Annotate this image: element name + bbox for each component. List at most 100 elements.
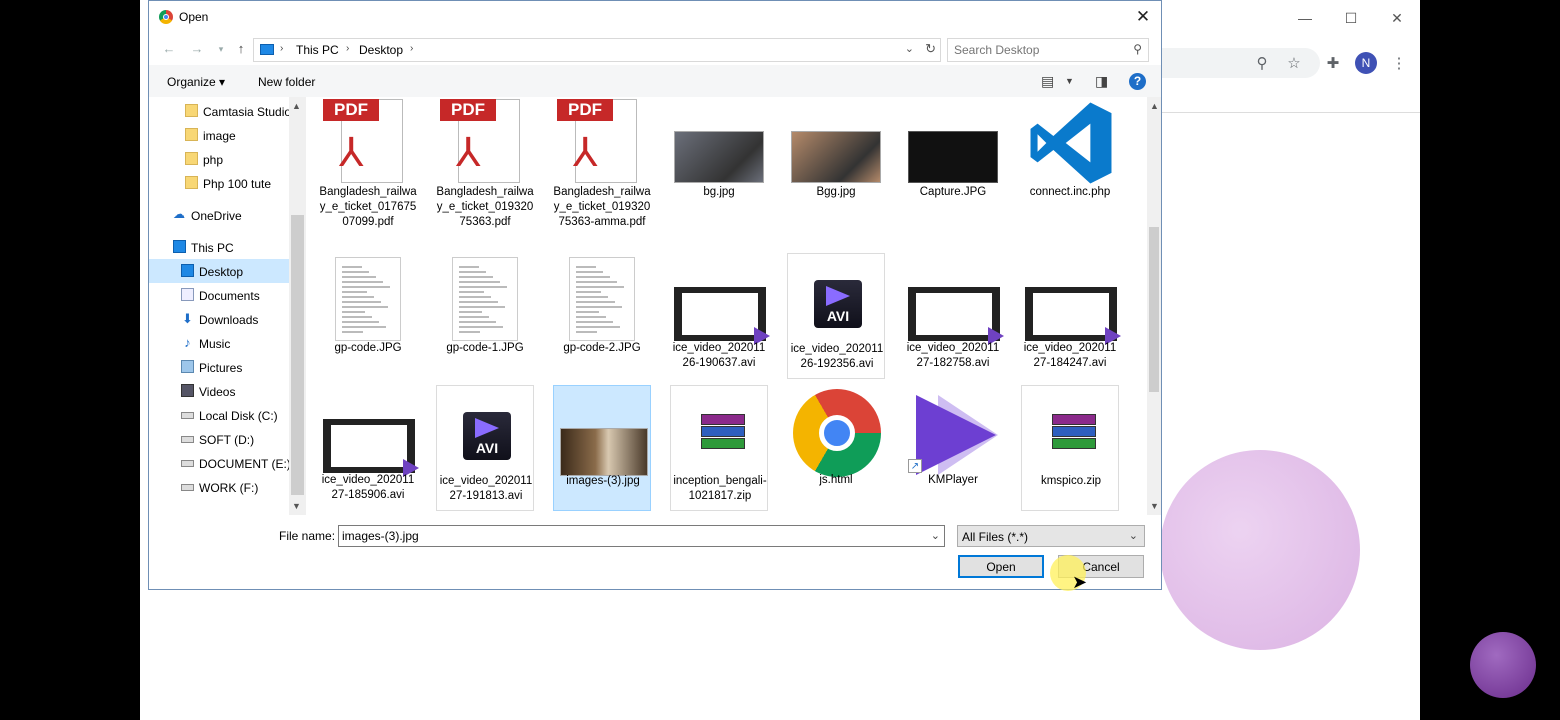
file-name-input[interactable] [342, 529, 922, 543]
profile-avatar[interactable]: N [1355, 52, 1377, 74]
search-input[interactable] [954, 42, 1124, 58]
breadcrumb-this-pc[interactable]: This PC [296, 43, 339, 57]
file-type-value: All Files (*.*) [962, 530, 1029, 544]
file-item[interactable]: gp-code-1.JPG [436, 253, 534, 379]
file-name: KMPlayer [928, 474, 978, 486]
file-name: bg.jpg [703, 186, 735, 198]
file-name: gp-code-2.JPG [563, 342, 641, 354]
documents-icon [181, 288, 194, 301]
download-icon: ⬇ [182, 311, 193, 326]
back-arrow-icon[interactable]: ← [161, 41, 177, 57]
nav-scroll-thumb[interactable] [291, 215, 304, 495]
file-item[interactable]: AVI ice_video_20201126-192356.avi [787, 253, 885, 379]
file-item[interactable]: js.html [787, 385, 885, 511]
video-thumbnail [1025, 255, 1121, 345]
sidebar-item-this-pc[interactable]: This PC [149, 235, 289, 259]
file-item[interactable]: bg.jpg [670, 97, 768, 223]
file-item[interactable]: ice_video_20201127-185906.avi [319, 385, 419, 511]
scroll-down-icon[interactable]: ▼ [292, 501, 301, 511]
sidebar-item-downloads[interactable]: ⬇ Downloads [149, 307, 289, 331]
file-item[interactable]: ice_video_20201127-184247.avi [1021, 253, 1121, 379]
sidebar-item-label: php [203, 153, 224, 167]
file-name: ice_video_20201126-190637.avi [672, 342, 766, 369]
sidebar-item-music[interactable]: ♪ Music [149, 331, 289, 355]
file-item[interactable]: kmspico.zip [1021, 385, 1119, 511]
minimize-icon[interactable]: — [1290, 8, 1320, 28]
open-file-dialog: Open ✕ ← → ▾ ↑ › This PC › Desktop › ⌄ ↻… [148, 0, 1162, 590]
nav-scrollbar[interactable]: ▲ ▼ [289, 97, 306, 515]
open-button[interactable]: Open [958, 555, 1044, 578]
file-item[interactable]: gp-code-2.JPG [553, 253, 651, 379]
sidebar-item-work-f[interactable]: WORK (F:) [149, 475, 289, 499]
pdf-file-icon: PDF ⅄ [557, 99, 647, 183]
image-thumbnail [440, 255, 530, 341]
chevron-down-icon[interactable]: ⌄ [931, 529, 940, 542]
help-icon[interactable]: ? [1129, 73, 1146, 90]
sidebar-item-documents[interactable]: Documents [149, 283, 289, 307]
file-item[interactable]: ↗ KMPlayer [904, 385, 1002, 511]
sidebar-item-desktop[interactable]: Desktop [149, 259, 289, 283]
drive-icon [181, 436, 194, 443]
shortcut-arrow-icon: ↗ [908, 459, 922, 473]
maximize-icon[interactable]: ☐ [1336, 8, 1366, 28]
scroll-up-icon[interactable]: ▲ [292, 101, 301, 111]
file-item[interactable]: PDF ⅄ Bangladesh_railway_e_ticket_01767507… [319, 97, 417, 228]
sidebar-item-document-e[interactable]: DOCUMENT (E:) [149, 451, 291, 475]
menu-icon[interactable]: ⋮ [1390, 55, 1408, 73]
scroll-up-icon[interactable]: ▲ [1150, 101, 1159, 111]
archive-icon [1026, 388, 1116, 472]
sidebar-item-videos[interactable]: Videos [149, 379, 289, 403]
file-type-select[interactable]: All Files (*.*) ⌄ [957, 525, 1145, 547]
bookmark-star-icon[interactable]: ☆ [1285, 55, 1303, 73]
organize-menu[interactable]: Organize ▾ [167, 75, 225, 89]
view-dropdown-icon[interactable]: ▼ [1065, 76, 1074, 86]
file-item[interactable]: connect.inc.php [1021, 97, 1119, 223]
file-name: Capture.JPG [919, 186, 987, 198]
folder-icon [185, 128, 198, 141]
view-options-icon[interactable]: ▤ [1041, 73, 1054, 90]
file-item[interactable]: Bgg.jpg [787, 97, 885, 223]
sidebar-item-onedrive[interactable]: ☁ OneDrive [149, 203, 289, 227]
sidebar-item-label: Php 100 tute [203, 177, 272, 191]
close-window-icon[interactable]: ✕ [1382, 8, 1412, 28]
preview-pane-icon[interactable]: ◨ [1095, 73, 1108, 90]
forward-arrow-icon[interactable]: → [189, 41, 205, 57]
file-item[interactable]: inception_bengali-1021817.zip [670, 385, 768, 511]
file-item[interactable]: ice_video_20201127-182758.avi [904, 253, 1004, 379]
sidebar-item-camtasia-studio[interactable]: Camtasia Studio [149, 99, 291, 123]
chevron-down-icon[interactable]: ⌄ [1129, 529, 1138, 542]
search-box[interactable]: ⚲ [947, 38, 1149, 62]
computer-icon [173, 240, 186, 253]
file-name: gp-code-1.JPG [446, 342, 524, 354]
file-name-combo[interactable]: ⌄ [338, 525, 945, 547]
recent-chevron-icon[interactable]: ▾ [213, 41, 229, 57]
chrome-app-icon [159, 10, 173, 24]
scroll-down-icon[interactable]: ▼ [1150, 501, 1159, 511]
kmplayer-icon: ↗ [908, 387, 998, 475]
file-item[interactable]: images-(3).jpg [553, 385, 651, 511]
breadcrumb[interactable]: › This PC › Desktop › ⌄ ↻ [253, 38, 941, 62]
sidebar-item-php[interactable]: php [149, 147, 289, 171]
up-arrow-icon[interactable]: ↑ [233, 41, 249, 57]
sidebar-item-image[interactable]: image [149, 123, 289, 147]
sidebar-item-pictures[interactable]: Pictures [149, 355, 289, 379]
new-folder-button[interactable]: New folder [258, 75, 315, 89]
sidebar-item-soft-d[interactable]: SOFT (D:) [149, 427, 289, 451]
sidebar-item-php-100-tute[interactable]: Php 100 tute [149, 171, 289, 195]
refresh-icon[interactable]: ↻ [925, 41, 936, 57]
close-icon[interactable]: ✕ [1131, 5, 1155, 29]
file-item[interactable]: ice_video_20201126-190637.avi [670, 253, 770, 379]
file-item[interactable]: PDF ⅄ Bangladesh_railway_e_ticket_01932075… [553, 97, 651, 228]
file-item[interactable]: gp-code.JPG [319, 253, 417, 379]
file-item[interactable]: AVI ice_video_20201127-191813.avi [436, 385, 534, 511]
address-dropdown-icon[interactable]: ⌄ [905, 42, 914, 55]
files-scroll-thumb[interactable] [1149, 227, 1159, 392]
zoom-icon[interactable]: ⚲ [1253, 55, 1271, 73]
sidebar-item-local-disk-c[interactable]: Local Disk (C:) [149, 403, 289, 427]
extensions-icon[interactable]: ✚ [1324, 55, 1342, 73]
search-icon[interactable]: ⚲ [1133, 42, 1142, 56]
breadcrumb-desktop[interactable]: Desktop [359, 43, 403, 57]
files-scrollbar[interactable]: ▲ ▼ [1147, 97, 1161, 515]
file-item[interactable]: PDF ⅄ Bangladesh_railway_e_ticket_01932075… [436, 97, 534, 228]
file-item[interactable]: Capture.JPG [904, 97, 1002, 223]
